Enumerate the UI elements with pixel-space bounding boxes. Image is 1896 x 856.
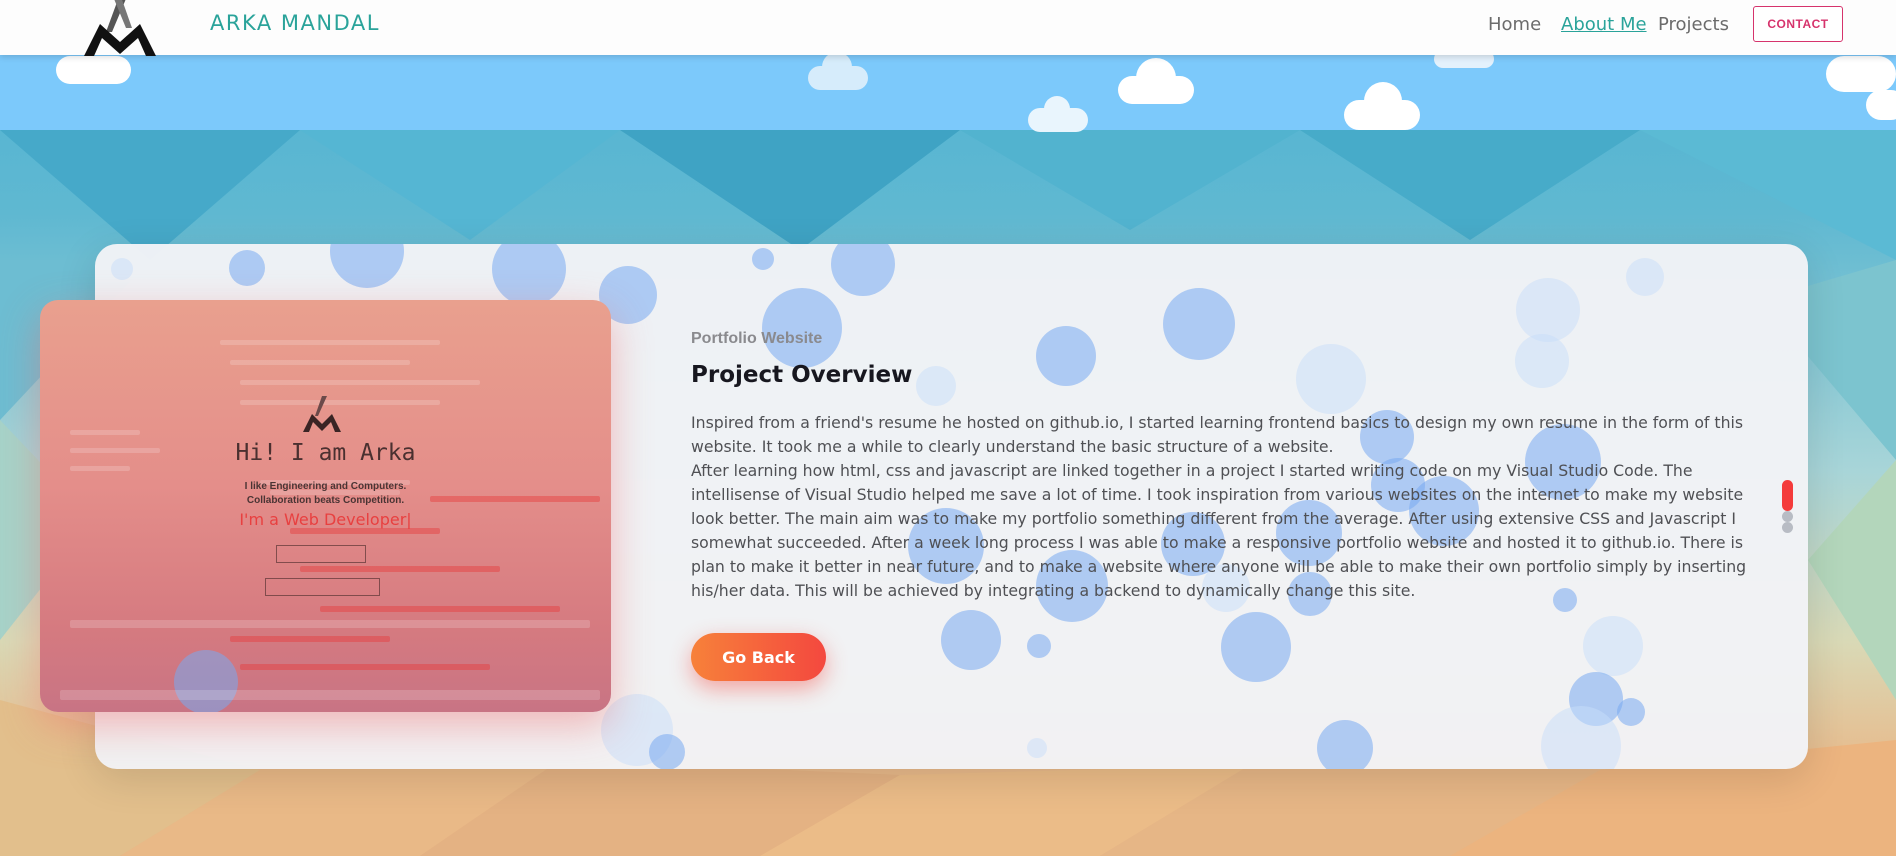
nav-home-link[interactable]: Home [1488, 14, 1541, 35]
screenshot-button [265, 578, 380, 596]
description-paragraph: After learning how html, css and javascr… [691, 461, 1747, 600]
top-navbar: ARKA MANDAL Home About Me Projects CONTA… [0, 0, 1896, 56]
bubble [1163, 288, 1235, 360]
bubble [762, 288, 842, 368]
bubble [1221, 612, 1291, 682]
screenshot-line-1: I like Engineering and Computers. [244, 481, 407, 492]
bubble [229, 250, 265, 286]
bubble [916, 366, 956, 406]
scroll-indicator-active[interactable] [1782, 480, 1793, 511]
project-description: Inspired from a friend's resume he hoste… [691, 411, 1751, 603]
am-logo-icon [303, 396, 341, 432]
scroll-indicator-dot[interactable] [1782, 522, 1793, 533]
bubble [111, 258, 133, 280]
screenshot-line-2: Collaboration beats Competition. [246, 495, 405, 506]
bubble [1317, 720, 1373, 769]
screenshot-button [276, 545, 366, 563]
bubble [1583, 616, 1643, 676]
project-screenshot: Hi! I am Arka I like Engineering and Com… [40, 300, 611, 712]
bubble [941, 610, 1001, 670]
bubble [330, 244, 404, 288]
nav-about-link[interactable]: About Me [1561, 14, 1647, 35]
go-back-button[interactable]: Go Back [691, 633, 826, 681]
bubble [1515, 334, 1569, 388]
project-title: Project Overview [691, 362, 913, 388]
bubble [649, 734, 685, 769]
bubble [831, 244, 895, 296]
bubble [1296, 344, 1366, 414]
scroll-indicator-dot[interactable] [1782, 511, 1793, 522]
bubble [492, 244, 566, 306]
description-paragraph: Inspired from a friend's resume he hoste… [691, 413, 1744, 456]
bubble [1617, 698, 1645, 726]
bubble [1027, 738, 1047, 758]
bubble [1516, 278, 1580, 342]
contact-button[interactable]: CONTACT [1753, 6, 1843, 42]
bubble [174, 650, 238, 712]
screenshot-tagline: I'm a Web Developer| [239, 510, 412, 529]
am-logo-icon[interactable] [82, 0, 158, 56]
project-overline: Portfolio Website [691, 330, 823, 347]
bubble [1027, 634, 1051, 658]
bubble [1626, 258, 1664, 296]
nav-projects-link[interactable]: Projects [1658, 14, 1729, 35]
bubble [1036, 326, 1096, 386]
bubble [752, 248, 774, 270]
screenshot-heading: Hi! I am Arka [235, 440, 416, 466]
brand-name[interactable]: ARKA MANDAL [210, 11, 380, 35]
